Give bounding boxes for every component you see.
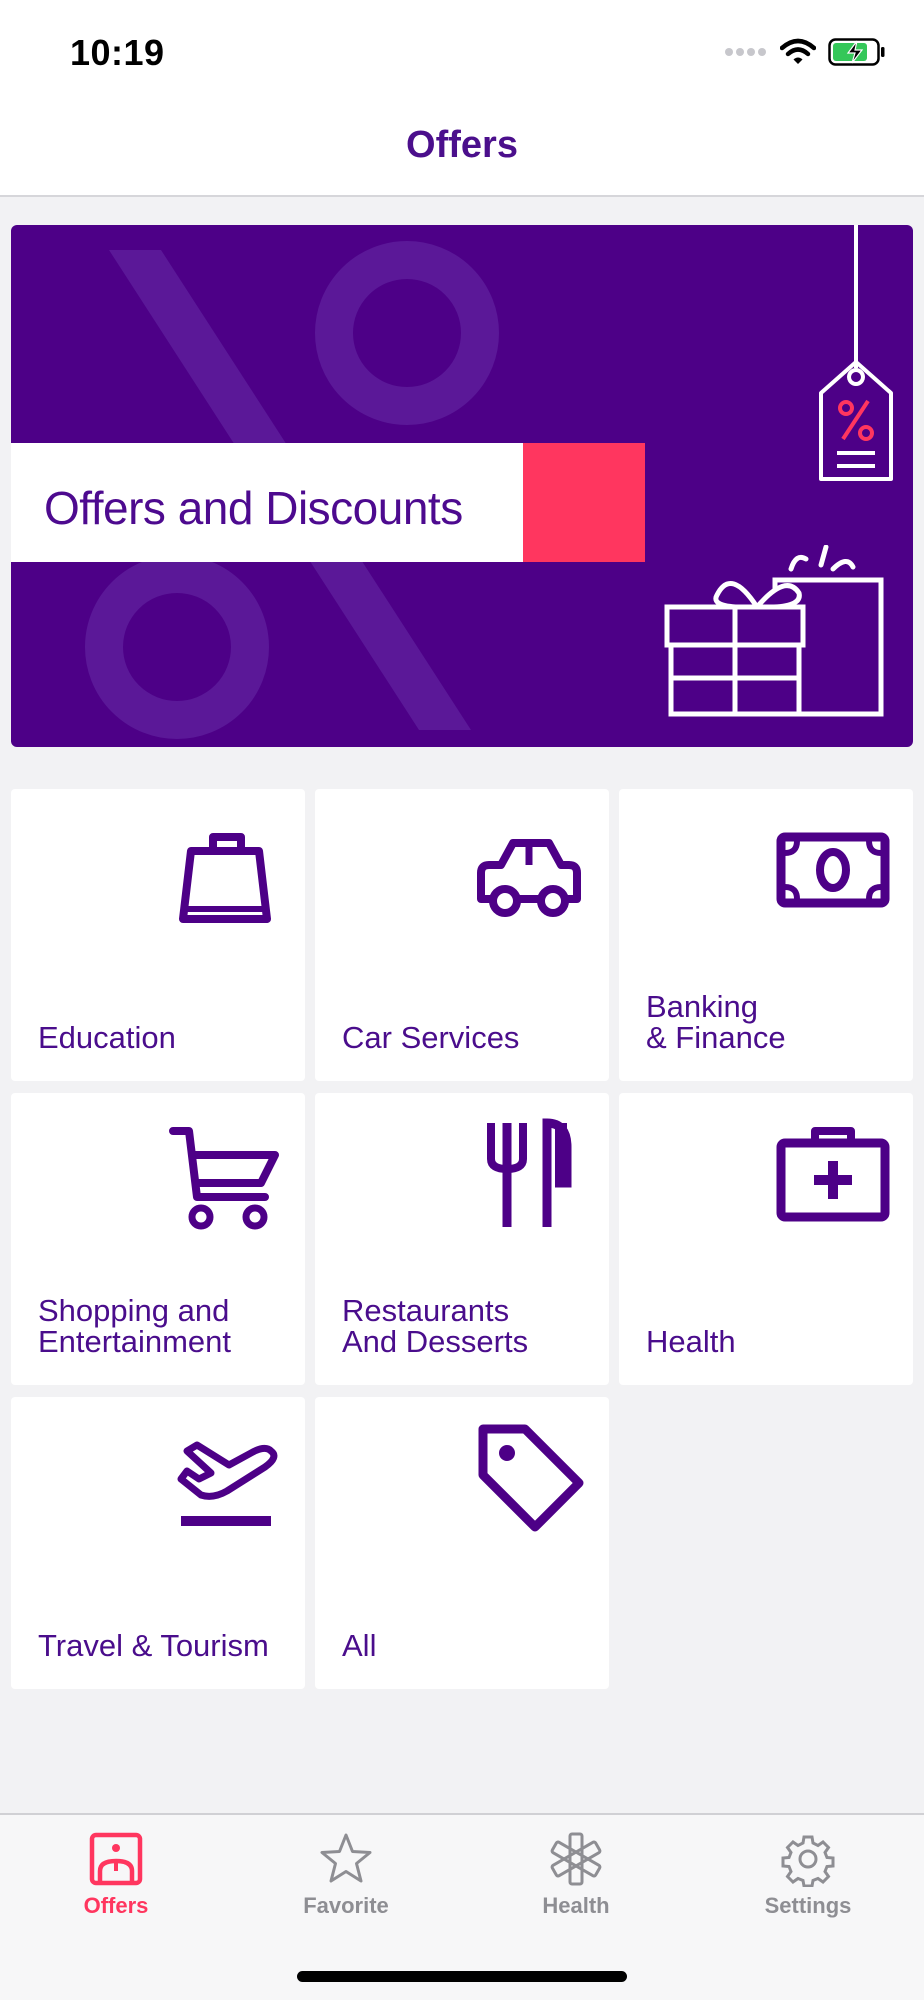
category-tile-health[interactable]: Health (619, 1093, 913, 1385)
tab-favorite[interactable]: Favorite (266, 1831, 426, 1919)
category-tile-banking-finance[interactable]: Banking & Finance (619, 789, 913, 1081)
asterisk-icon (550, 1832, 602, 1886)
tab-offers[interactable]: Offers (36, 1831, 196, 1919)
tab-label: Offers (83, 1893, 149, 1918)
wifi-icon (780, 38, 816, 64)
offers-tag-icon (89, 1832, 143, 1886)
banner-title: Offers and Discounts (44, 482, 463, 534)
tab-health[interactable]: Health (496, 1831, 656, 1919)
star-icon (320, 1833, 372, 1883)
shopping-bag-icon (179, 833, 271, 923)
battery-charging-icon (828, 38, 885, 66)
tab-label: Health (542, 1893, 610, 1918)
status-bar: 10:19 (0, 0, 924, 100)
tab-label: Settings (764, 1893, 852, 1918)
cellular-signal-icon (725, 48, 766, 56)
category-tile-restaurants-desserts[interactable]: Restaurants And Desserts (315, 1093, 609, 1385)
category-label: Car Services (342, 1020, 520, 1055)
navigation-bar: Offers (0, 100, 924, 197)
banknote-icon (776, 832, 890, 908)
car-icon (477, 839, 581, 917)
status-time: 10:19 (70, 32, 165, 73)
tab-settings[interactable]: Settings (728, 1831, 888, 1919)
category-label: Education (38, 1020, 176, 1055)
category-tile-travel-tourism[interactable]: Travel & Tourism (11, 1397, 305, 1689)
category-tile-shopping-entertainment[interactable]: Shopping and Entertainment (11, 1093, 305, 1385)
page-title: Offers (406, 124, 518, 166)
gift-boxes-icon (664, 545, 884, 717)
medical-kit-icon (776, 1127, 890, 1222)
category-tile-all[interactable]: All (315, 1397, 609, 1689)
home-indicator[interactable] (297, 1971, 627, 1982)
airplane-takeoff-icon (177, 1441, 278, 1526)
shopping-cart-icon (169, 1127, 279, 1230)
category-label: Shopping and Entertainment (38, 1293, 231, 1359)
fork-knife-icon (487, 1118, 572, 1227)
category-label: Banking & Finance (646, 989, 786, 1055)
offers-banner[interactable]: Offers and Discounts (11, 225, 913, 747)
gear-icon (781, 1835, 835, 1887)
tab-label: Favorite (303, 1893, 389, 1918)
category-label: Travel & Tourism (38, 1628, 269, 1663)
banner-accent-block (523, 443, 645, 562)
category-label: Restaurants And Desserts (342, 1293, 529, 1359)
category-label: Health (646, 1324, 736, 1359)
category-tile-car-services[interactable]: Car Services (315, 789, 609, 1081)
category-label: All (342, 1628, 377, 1663)
category-tile-education[interactable]: Education (11, 789, 305, 1081)
price-tag-icon (478, 1424, 584, 1532)
discount-tag-icon (819, 225, 893, 481)
status-icons (724, 38, 886, 66)
